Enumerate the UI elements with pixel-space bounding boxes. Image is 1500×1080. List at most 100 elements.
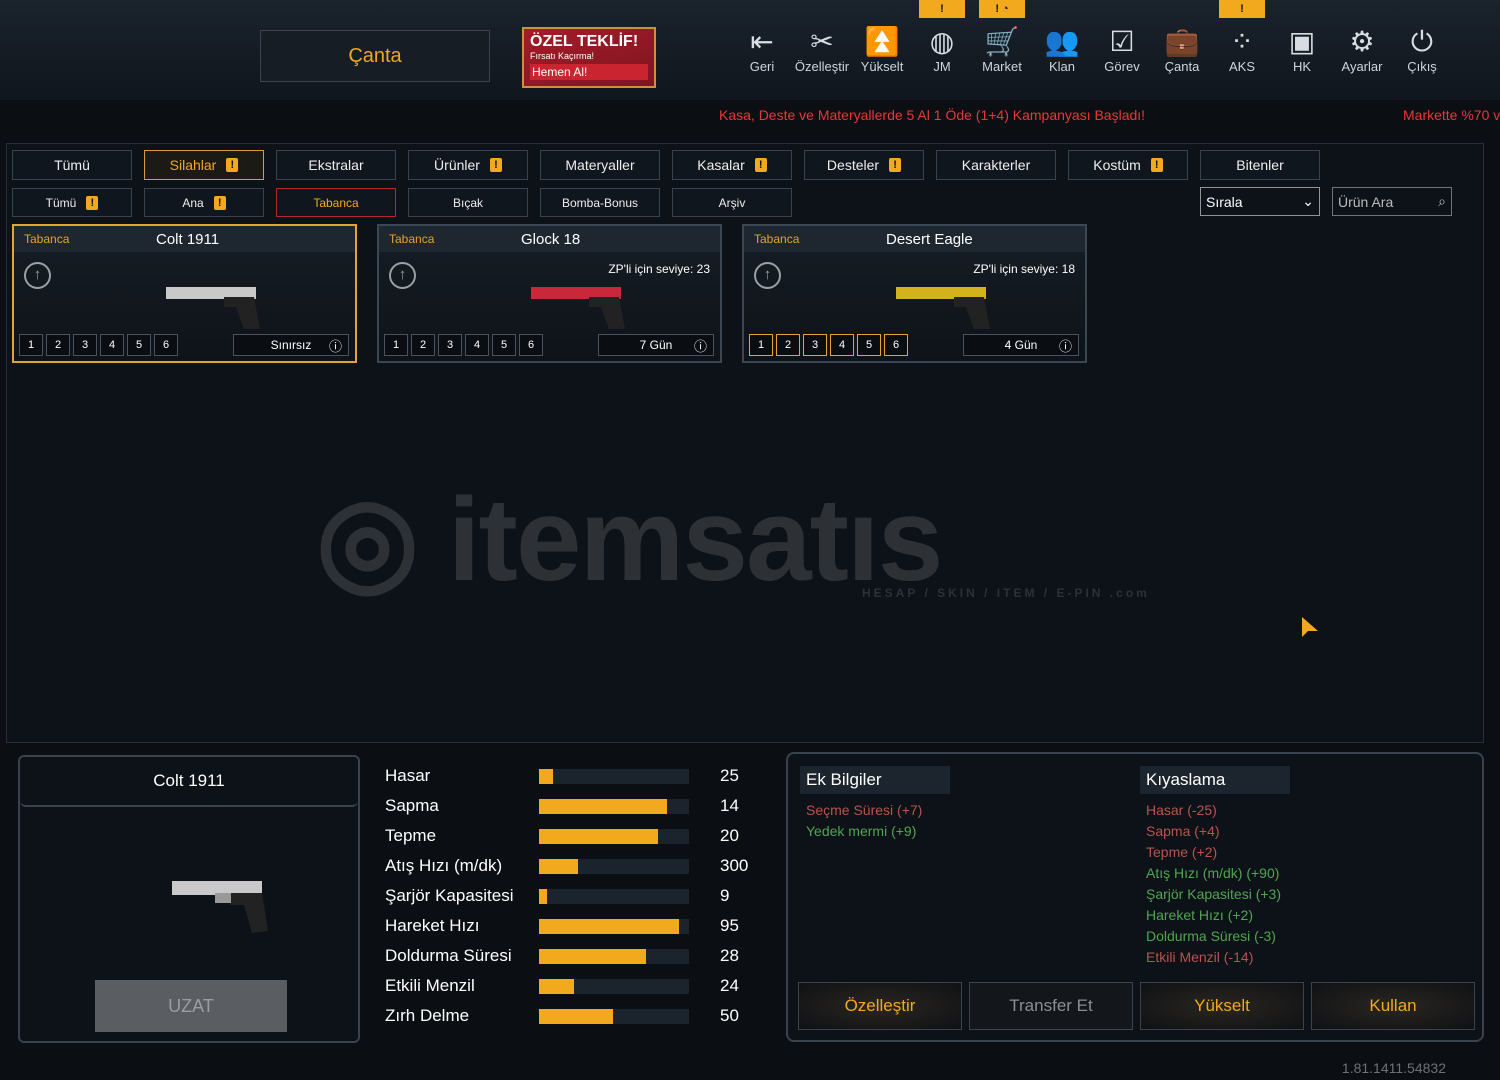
item-image [166, 287, 260, 329]
nav-label: Özelleştir [794, 59, 850, 74]
tab-desteler[interactable]: Desteler! [804, 150, 924, 180]
notification-badge: ! [1219, 0, 1265, 18]
stat-bar [539, 919, 689, 934]
tab-kasalar[interactable]: Kasalar! [672, 150, 792, 180]
tab-materyaller[interactable]: Materyaller [540, 150, 660, 180]
slot-1[interactable]: 1 [749, 334, 773, 356]
tab-label: Ekstralar [308, 157, 364, 173]
tab-tümü[interactable]: Tümü [12, 150, 132, 180]
nav-label: JM [933, 59, 951, 74]
slot-3[interactable]: 3 [438, 334, 462, 356]
nav-cart[interactable]: 🛒 Market [972, 25, 1032, 74]
slot-3[interactable]: 3 [803, 334, 827, 356]
slot-4[interactable]: 4 [465, 334, 489, 356]
item-card[interactable]: Tabanca Colt 1911 ↑ 1 2 3 4 5 6 Sınırsız ⓘ [12, 224, 357, 363]
item-category: Tabanca [389, 232, 435, 246]
item-card-header: Tabanca Desert Eagle [744, 226, 1085, 252]
tab-ana[interactable]: Ana! [144, 188, 264, 217]
nav-label: Ayarlar [1341, 59, 1383, 74]
announcement-ticker-2: Markette %70 v [1403, 107, 1500, 123]
nav-label: Geri [749, 59, 775, 74]
warning-icon: ! [213, 195, 226, 210]
slot-5[interactable]: 5 [492, 334, 516, 356]
item-card[interactable]: Tabanca Glock 18 ↑ ZP'li için seviye: 23 1 2 3… [377, 224, 722, 363]
slot-6[interactable]: 6 [519, 334, 543, 356]
item-card[interactable]: Tabanca Desert Eagle ↑ ZP'li için seviye: 1… [742, 224, 1087, 363]
stat-bar-fill [539, 829, 658, 844]
slot-5[interactable]: 5 [127, 334, 151, 356]
extend-button[interactable]: UZAT [95, 980, 287, 1032]
slot-2[interactable]: 2 [46, 334, 70, 356]
upgrade-arrow-icon[interactable]: ↑ [389, 262, 416, 289]
nav-clan[interactable]: 👥 Klan [1032, 25, 1092, 74]
slot-1[interactable]: 1 [384, 334, 408, 356]
tab-tabanca[interactable]: Tabanca [276, 188, 396, 217]
wallet-icon: ▣ [1288, 26, 1316, 57]
nav-back[interactable]: ⇤ Geri [732, 25, 792, 74]
stat-value: 50 [720, 1006, 739, 1025]
tab-tümü[interactable]: Tümü! [12, 188, 132, 217]
nav-tools[interactable]: ✂ Özelleştir [792, 25, 852, 74]
cart-icon: 🛒 [984, 26, 1020, 57]
nav-dots[interactable]: ⁘ AKS [1212, 25, 1272, 74]
upgrade-arrow-icon[interactable]: ↑ [754, 262, 781, 289]
tab-label: Ana [182, 195, 204, 210]
notification-badge: ! [919, 0, 965, 18]
special-offer-banner[interactable]: ÖZEL TEKLİF! Fırsatı Kaçırma! Hemen Al! [522, 27, 656, 88]
nav-label: Market [982, 59, 1022, 74]
tab-bomba-bonus[interactable]: Bomba-Bonus [540, 188, 660, 217]
info-line: Etkili Menzil (-14) [1146, 949, 1254, 965]
action-button-1[interactable]: Transfer Et [969, 982, 1133, 1030]
slot-4[interactable]: 4 [830, 334, 854, 356]
slot-6[interactable]: 6 [884, 334, 908, 356]
action-button-0[interactable]: Özelleştir [798, 982, 962, 1030]
slot-2[interactable]: 2 [411, 334, 435, 356]
slot-1[interactable]: 1 [19, 334, 43, 356]
item-name: Colt 1911 [156, 230, 220, 248]
tab-karakterler[interactable]: Karakterler [936, 150, 1056, 180]
tab-kostüm[interactable]: Kostüm! [1068, 150, 1188, 180]
sort-dropdown[interactable]: Sırala ⌄ [1200, 187, 1320, 216]
stat-bar-fill [539, 859, 578, 874]
tools-icon: ✂ [810, 26, 834, 57]
tab-label: Arşiv [718, 195, 746, 210]
stat-value: 28 [720, 946, 739, 965]
nav-power[interactable]: ⏻ Çıkış [1392, 25, 1452, 74]
slot-4[interactable]: 4 [100, 334, 124, 356]
version-label: 1.81.1411.54832 [1341, 1060, 1446, 1076]
nav-bag[interactable]: 💼 Çanta [1152, 25, 1212, 74]
tab-label: Bomba-Bonus [561, 195, 639, 210]
tab-arşiv[interactable]: Arşiv [672, 188, 792, 217]
action-button-3[interactable]: Kullan [1311, 982, 1475, 1030]
warning-icon: ! [86, 195, 99, 210]
tab-silahlar[interactable]: Silahlar! [144, 150, 264, 180]
action-button-2[interactable]: Yükselt [1140, 982, 1304, 1030]
stat-bar [539, 979, 689, 994]
nav-upgrade[interactable]: ⏫ Yükselt [852, 25, 912, 74]
clock-icon: ⓘ [328, 338, 342, 354]
search-placeholder: Ürün Ara [1338, 193, 1394, 210]
nav-mission[interactable]: ☑ Görev [1092, 25, 1152, 74]
nav-gear[interactable]: ⚙ Ayarlar [1332, 25, 1392, 74]
upgrade-arrow-icon[interactable]: ↑ [24, 262, 51, 289]
tab-label: Desteler [826, 157, 880, 173]
tab-ekstralar[interactable]: Ekstralar [276, 150, 396, 180]
nav-coins[interactable]: ◍ JM [912, 25, 972, 74]
nav-wallet[interactable]: ▣ HK [1272, 25, 1332, 74]
item-image [896, 287, 990, 329]
duration-label: Sınırsız [270, 338, 312, 352]
slot-2[interactable]: 2 [776, 334, 800, 356]
tab-bıçak[interactable]: Bıçak [408, 188, 528, 217]
slot-6[interactable]: 6 [154, 334, 178, 356]
dots-icon: ⁘ [1230, 26, 1254, 57]
search-input[interactable]: Ürün Ara ⌕ [1332, 187, 1452, 216]
tab-ürünler[interactable]: Ürünler! [408, 150, 528, 180]
tab-bitenler[interactable]: Bitenler [1200, 150, 1320, 180]
announcement-ticker: Kasa, Deste ve Materyallerde 5 Al 1 Öde … [719, 107, 1146, 123]
sort-label: Sırala [1206, 193, 1243, 210]
slot-3[interactable]: 3 [73, 334, 97, 356]
slot-5[interactable]: 5 [857, 334, 881, 356]
notification-badge: ! ◔ [979, 0, 1025, 18]
tab-label: Silahlar [169, 157, 217, 173]
stat-bar-fill [539, 769, 553, 784]
